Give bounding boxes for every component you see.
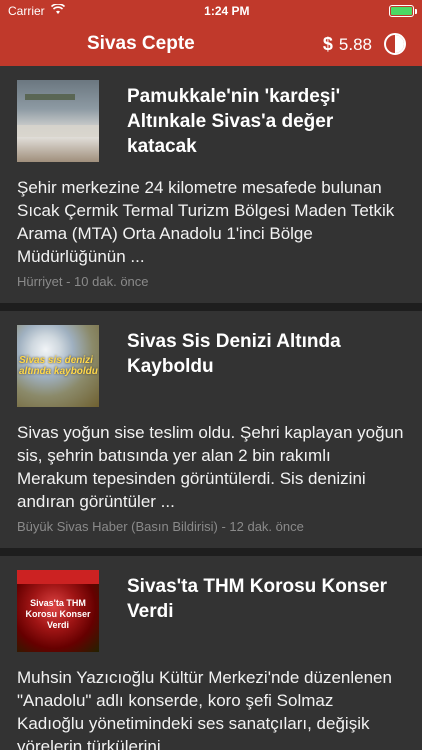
thumbnail-caption: Sivas sis denizi altında kayboldu [19,355,98,377]
news-source: Büyük Sivas Haber (Basın Bildirisi) - 12… [17,519,304,534]
price-value: 5.88 [338,34,372,54]
thumbnail-caption: Sivas'ta THM Korosu Konser Verdi [25,598,91,630]
news-card[interactable]: Pamukkale'nin 'kardeşi' Altınkale Sivas'… [0,66,422,303]
news-thumbnail: Sivas sis denizi altında kayboldu [17,325,99,407]
news-summary: Sivas yoğun sise teslim oldu. Şehri kapl… [17,423,404,511]
price-button[interactable]: $5.88 [323,34,372,55]
news-card[interactable]: Sivas'ta THM Korosu Konser Verdi Sivas't… [0,556,422,750]
news-card[interactable]: Sivas sis denizi altında kayboldu Sivas … [0,311,422,548]
status-time: 1:24 PM [204,4,250,18]
news-summary: Şehir merkezine 24 kilometre mesafede bu… [17,178,395,266]
battery-icon [389,5,417,17]
dollar-icon: $ [322,33,333,54]
theme-toggle-icon[interactable] [384,33,406,55]
app-title: Sivas Cepte [87,33,195,54]
carrier-label: Carrier [8,4,45,18]
news-list: Pamukkale'nin 'kardeşi' Altınkale Sivas'… [0,66,422,750]
status-bar: Carrier 1:24 PM [0,0,422,22]
news-thumbnail: Sivas'ta THM Korosu Konser Verdi [17,570,99,652]
news-summary: Muhsin Yazıcıoğlu Kültür Merkezi'nde düz… [17,668,392,750]
news-thumbnail [17,80,99,162]
news-source: Hürriyet - 10 dak. önce [17,274,149,289]
news-title: Sivas'ta THM Korosu Konser Verdi [127,576,388,622]
news-title: Sivas Sis Denizi Altında Kayboldu [127,331,341,377]
nav-bar: Sivas Cepte $5.88 [0,22,422,66]
wifi-icon [50,3,65,18]
news-title: Pamukkale'nin 'kardeşi' Altınkale Sivas'… [127,86,341,157]
